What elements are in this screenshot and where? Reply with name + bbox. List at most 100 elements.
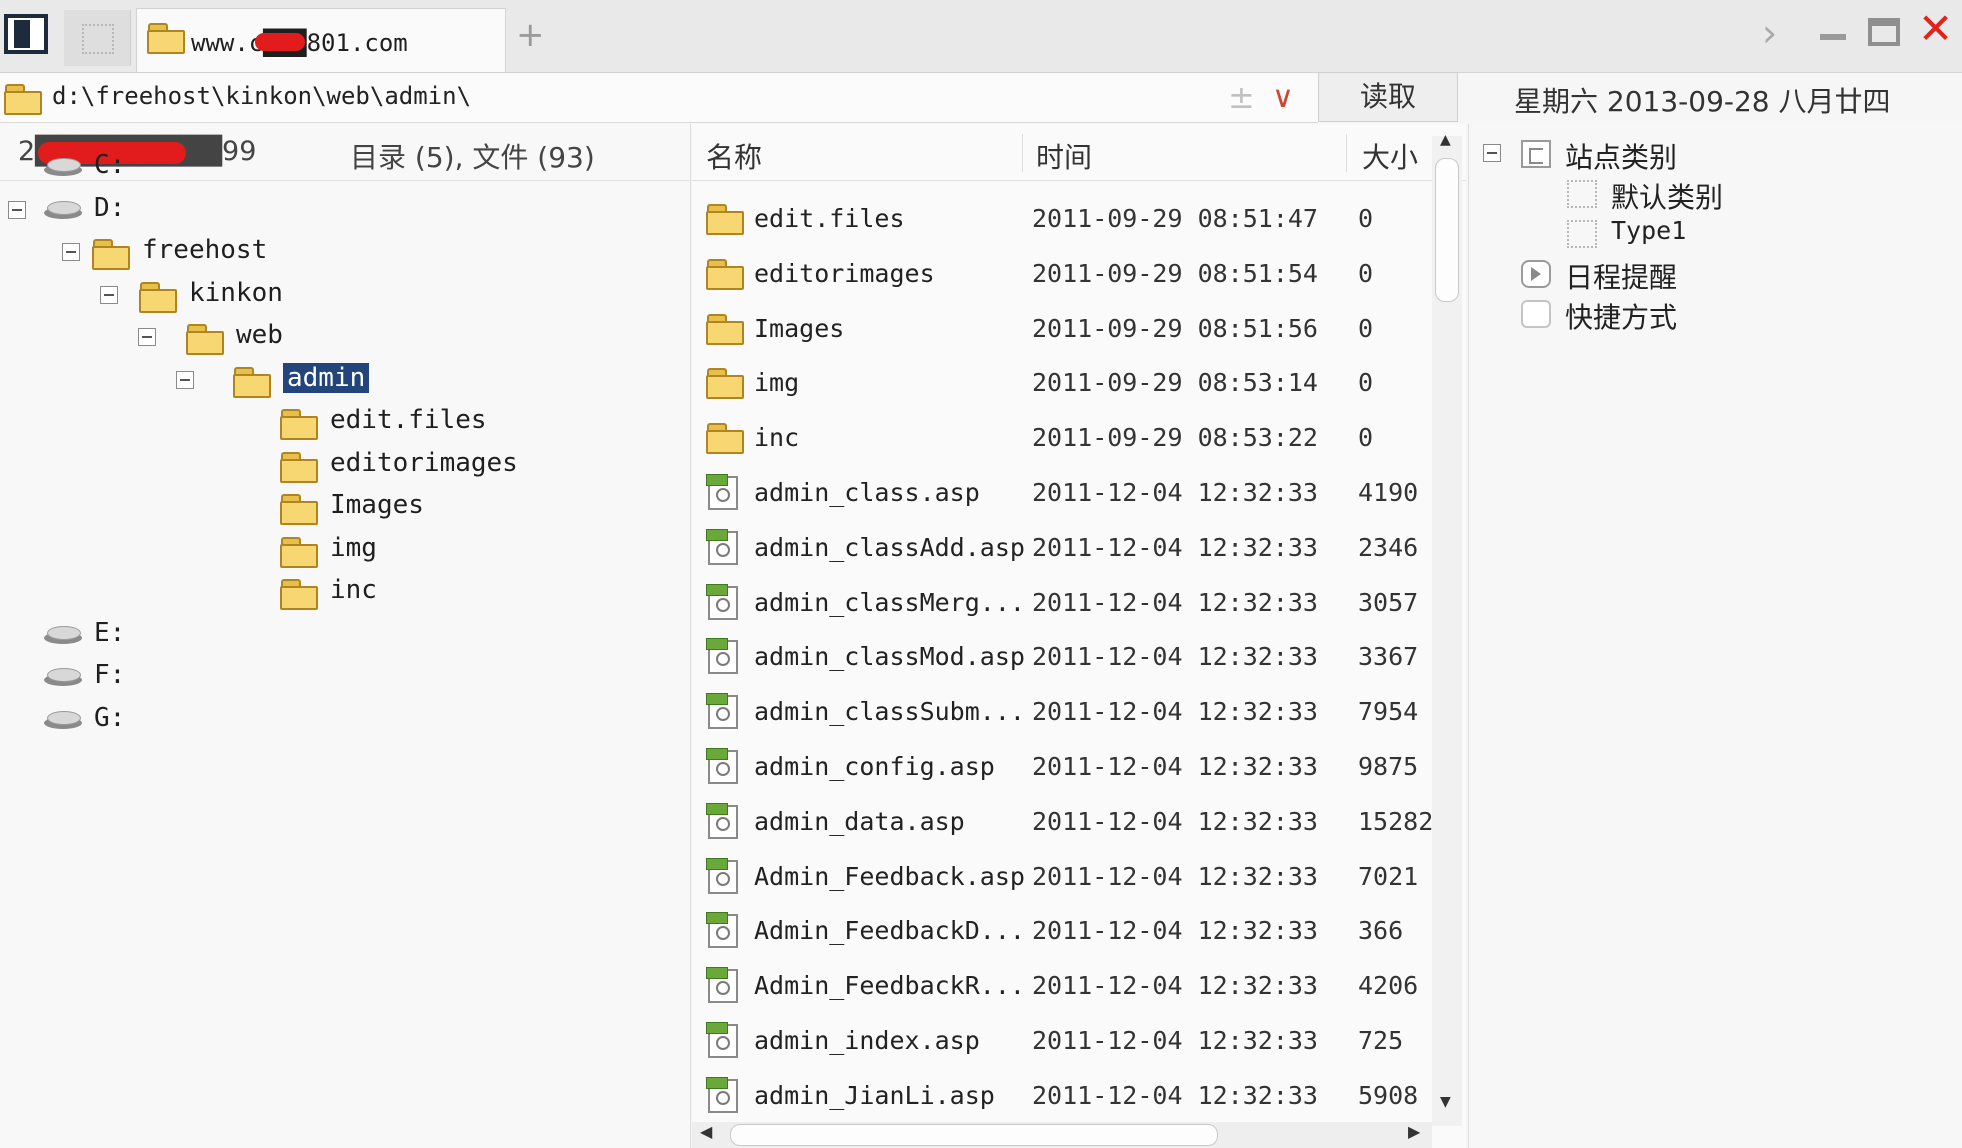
column-name[interactable]: 名称 (706, 136, 762, 176)
maximize-button[interactable] (1868, 18, 1900, 46)
new-tab-button[interactable]: + (516, 18, 545, 52)
tree-item-label[interactable]: editorimages (330, 448, 518, 478)
tree-item-label[interactable]: inc (330, 575, 377, 605)
collapse-icon[interactable] (138, 328, 156, 346)
file-row[interactable]: inc 2011-09-29 08:53:22 0 (692, 411, 1432, 465)
column-divider[interactable] (1346, 134, 1347, 172)
blank-tab-icon[interactable] (64, 10, 131, 66)
scrollbar-thumb[interactable] (730, 1124, 1218, 1146)
tree-item[interactable]: inc (0, 573, 680, 613)
category-label[interactable]: Type1 (1611, 216, 1686, 245)
scrollbar-thumb[interactable] (1435, 158, 1459, 302)
tree-item[interactable]: admin (0, 361, 680, 401)
column-time[interactable]: 时间 (1036, 136, 1092, 176)
file-time: 2011-12-04 12:32:33 (1032, 1026, 1318, 1055)
category-item[interactable]: 站点类别 (1469, 134, 1949, 174)
file-row[interactable]: Images 2011-09-29 08:51:56 0 (692, 302, 1432, 356)
file-row[interactable]: admin_classMod.asp 2011-12-04 12:32:33 336… (692, 630, 1432, 684)
column-size[interactable]: 大小 (1362, 136, 1418, 176)
date-bar: 星期六 2013-09-28 八月廿四 (1468, 72, 1962, 124)
tree-item-label[interactable]: edit.files (330, 405, 487, 435)
tree-item-label[interactable]: freehost (142, 235, 267, 265)
tree-item[interactable]: editorimages (0, 446, 680, 486)
collapse-icon[interactable] (62, 243, 80, 261)
file-row[interactable]: edit.files 2011-09-29 08:51:47 0 (692, 192, 1432, 246)
file-time: 2011-12-04 12:32:33 (1032, 806, 1318, 836)
file-row[interactable]: admin_classAdd.asp 2011-12-04 12:32:33 234… (692, 521, 1432, 575)
tree-item-label[interactable]: D: (94, 193, 125, 223)
asp-file-icon (706, 528, 742, 567)
tree-item[interactable]: C: (0, 148, 680, 188)
category-item[interactable]: Type1 (1469, 214, 1949, 254)
file-row[interactable]: admin_config.asp 2011-12-04 12:32:33 9875 (692, 740, 1432, 794)
tree-item-label[interactable]: E: (94, 618, 125, 648)
category-item[interactable]: 默认类别 (1469, 174, 1949, 214)
folder-icon (147, 23, 185, 54)
folder-icon (280, 451, 318, 483)
scroll-up-icon[interactable]: ▲ (1440, 132, 1451, 148)
tree-item-label[interactable]: kinkon (189, 278, 283, 308)
category-label[interactable]: 快捷方式 (1565, 296, 1677, 336)
panel-toggle-icon[interactable] (4, 14, 48, 54)
tree-item[interactable]: kinkon (0, 276, 680, 316)
file-row[interactable]: admin_data.asp 2011-12-04 12:32:33 15282 (692, 795, 1433, 849)
tree-item[interactable]: edit.files (0, 403, 680, 443)
tree-item[interactable]: img (0, 531, 680, 571)
tree-item[interactable]: web (0, 318, 680, 358)
file-size: 3057 (1358, 587, 1419, 617)
file-row[interactable]: editorimages 2011-09-29 08:51:54 0 (692, 247, 1432, 301)
tree-item[interactable]: freehost (0, 233, 680, 273)
tree-item-label[interactable]: C: (94, 150, 125, 180)
category-label[interactable]: 站点类别 (1565, 136, 1677, 176)
collapse-icon[interactable] (176, 370, 194, 389)
file-row[interactable]: img 2011-09-29 08:53:14 0 (692, 356, 1432, 410)
tree-item-label[interactable]: admin (283, 362, 370, 393)
tab-active[interactable]: www.c███801.com (136, 8, 506, 72)
file-row[interactable]: admin_JianLi.asp 2011-12-04 12:32:33 5908 (692, 1069, 1432, 1123)
tree-item[interactable]: F: (0, 658, 680, 698)
collapse-icon[interactable] (100, 285, 118, 304)
category-item[interactable]: 快捷方式 (1469, 294, 1949, 334)
dropdown-icon[interactable]: ∨ (1272, 80, 1294, 115)
read-button[interactable]: 读取 (1318, 72, 1458, 122)
file-row[interactable]: Admin_FeedbackD... 2011-12-04 12:32:33 366 (692, 904, 1432, 958)
category-label[interactable]: 日程提醒 (1565, 256, 1677, 296)
file-row[interactable]: admin_classSubm... 2011-12-04 12:32:33 795… (692, 685, 1432, 739)
drive-icon (44, 158, 84, 178)
tree-item-label[interactable]: G: (94, 703, 125, 733)
minimize-button[interactable] (1820, 34, 1846, 40)
category-label[interactable]: 默认类别 (1611, 176, 1723, 216)
tree-item-label[interactable]: F: (94, 660, 125, 690)
tree-item[interactable]: Images (0, 488, 680, 528)
tree-item[interactable]: D: (0, 191, 680, 231)
file-name: admin_classMod.asp (754, 642, 1025, 672)
file-size: 7021 (1358, 861, 1419, 891)
chevron-right-icon[interactable]: › (1762, 14, 1777, 52)
close-button[interactable]: ✕ (1918, 8, 1953, 50)
file-time: 2011-09-29 08:51:56 (1032, 313, 1318, 343)
file-row[interactable]: Admin_FeedbackR... 2011-12-04 12:32:33 420… (692, 959, 1432, 1013)
file-row[interactable]: Admin_Feedback.asp 2011-12-04 12:32:33 702… (692, 850, 1432, 904)
scroll-down-icon[interactable]: ▼ (1440, 1094, 1451, 1110)
tree-item-label[interactable]: img (330, 533, 377, 563)
category-item[interactable]: 日程提醒 (1469, 254, 1949, 294)
vertical-scrollbar[interactable]: ▲ ▼ (1432, 132, 1462, 1126)
file-name: Admin_FeedbackD... (754, 916, 1025, 946)
address-path[interactable]: d:\freehost\kinkon\web\admin\ (52, 82, 471, 110)
column-divider[interactable] (1022, 134, 1023, 172)
tree-item[interactable]: G: (0, 701, 680, 741)
scroll-left-icon[interactable]: ◀ (700, 1122, 712, 1141)
add-bookmark-icon[interactable]: ± (1228, 78, 1255, 116)
tree-item-label[interactable]: web (236, 320, 283, 350)
file-row[interactable]: admin_index.asp 2011-12-04 12:32:33 725 (692, 1014, 1432, 1068)
address-bar[interactable]: d:\freehost\kinkon\web\admin\ ± ∨ (0, 74, 1318, 123)
tree-item[interactable]: E: (0, 616, 680, 656)
file-size: 7954 (1358, 697, 1419, 727)
collapse-icon[interactable] (1483, 144, 1501, 162)
tree-item-label[interactable]: Images (330, 490, 424, 520)
collapse-icon[interactable] (8, 200, 26, 219)
file-row[interactable]: admin_classMerg... 2011-12-04 12:32:33 305… (692, 576, 1432, 630)
scroll-right-icon[interactable]: ▶ (1408, 1122, 1420, 1141)
horizontal-scrollbar[interactable]: ◀ ▶ (692, 1122, 1432, 1148)
file-row[interactable]: admin_class.asp 2011-12-04 12:32:33 4190 (692, 466, 1432, 520)
